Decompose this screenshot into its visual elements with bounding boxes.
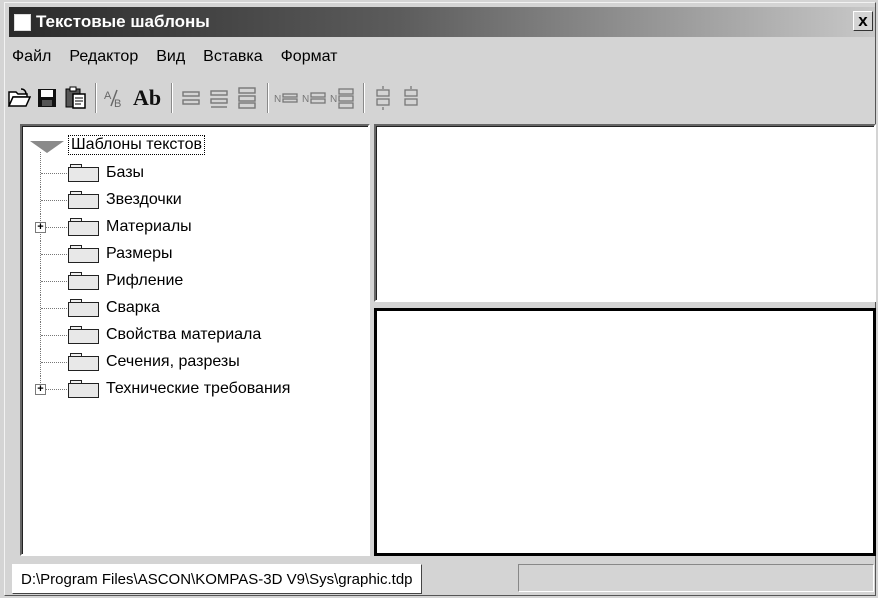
toolbar-separator: [171, 83, 173, 113]
folder-icon: [68, 245, 99, 263]
template-edit-panel[interactable]: [374, 308, 876, 556]
tree-item[interactable]: + Материалы: [22, 214, 362, 241]
window-icon: [14, 13, 31, 31]
menu-file[interactable]: Файл: [4, 48, 60, 66]
tree-root[interactable]: Шаблоны текстов: [30, 134, 205, 156]
template-tree-panel[interactable]: Шаблоны текстов Базы Звездочки + Материалы Р…: [20, 124, 370, 556]
paragraph-icon-1[interactable]: [370, 85, 396, 111]
numbering-1-icon[interactable]: N: [274, 85, 300, 111]
folder-icon: [68, 326, 99, 344]
font-ab-icon[interactable]: Ab: [130, 85, 164, 111]
menu-view[interactable]: Вид: [147, 48, 194, 66]
tree-item-label[interactable]: Технические требования: [106, 379, 290, 399]
menu-insert[interactable]: Вставка: [194, 48, 271, 66]
tree-item-label[interactable]: Базы: [106, 163, 144, 183]
paste-icon[interactable]: [62, 85, 88, 111]
folder-icon-body: [68, 302, 99, 317]
tree-item-label[interactable]: Сварка: [106, 298, 160, 318]
align-center-icon[interactable]: [206, 85, 232, 111]
folder-icon-body: [68, 356, 99, 371]
folder-icon-body: [68, 194, 99, 209]
folder-icon: [68, 272, 99, 290]
menu-format[interactable]: Формат: [272, 48, 347, 66]
folder-icon: [68, 164, 99, 182]
svg-text:N: N: [330, 94, 337, 105]
tree-connector-line: [41, 362, 67, 363]
align-right-icon[interactable]: [234, 85, 260, 111]
tree-connector-line: [41, 200, 67, 201]
paragraph-icon-2[interactable]: [398, 85, 424, 111]
toolbar-separator: [363, 83, 365, 113]
tree-connector-line: [41, 254, 67, 255]
align-left-icon[interactable]: [178, 85, 204, 111]
tree-item-label[interactable]: Сечения, разрезы: [106, 352, 240, 372]
svg-text:N: N: [274, 94, 281, 105]
tree-item-label[interactable]: Свойства материала: [106, 325, 261, 345]
folder-icon: [68, 218, 99, 236]
folder-icon-body: [68, 167, 99, 182]
tree-item-label[interactable]: Рифление: [106, 271, 183, 291]
folder-icon-body: [68, 248, 99, 263]
window-title: Текстовые шаблоны: [36, 12, 210, 31]
tree-connector-line: [41, 173, 67, 174]
toolbar-separator: [95, 83, 97, 113]
svg-text:A: A: [104, 90, 112, 102]
menu-bar: Файл Редактор Вид Вставка Формат: [4, 44, 346, 70]
tree-root-label[interactable]: Шаблоны текстов: [68, 135, 205, 155]
svg-text:N: N: [302, 94, 309, 105]
tree-item[interactable]: Свойства материала: [22, 322, 362, 349]
tree-item-label[interactable]: Звездочки: [106, 190, 182, 210]
folder-icon: [68, 380, 99, 398]
folder-icon: [68, 191, 99, 209]
tree-item[interactable]: Базы: [22, 152, 362, 187]
tree-connector-line: [40, 152, 41, 187]
folder-icon-body: [68, 329, 99, 344]
folder-icon-body: [68, 275, 99, 290]
tree-expand-button[interactable]: +: [35, 222, 46, 233]
numbering-2-icon[interactable]: N: [302, 85, 328, 111]
tree-item[interactable]: Сварка: [22, 295, 362, 322]
title-bar[interactable]: Текстовые шаблоны x: [9, 7, 875, 37]
status-bar: D:\Program Files\ASCON\KOMPAS-3D V9\Sys\…: [12, 564, 876, 594]
status-file-path: D:\Program Files\ASCON\KOMPAS-3D V9\Sys\…: [12, 564, 422, 594]
tree-item-label[interactable]: Материалы: [106, 217, 192, 237]
folder-icon: [68, 353, 99, 371]
tree-expand-button[interactable]: +: [35, 384, 46, 395]
tree-connector-line: [41, 308, 67, 309]
tree-connector-line: [41, 335, 67, 336]
folder-icon: [68, 299, 99, 317]
close-button[interactable]: x: [853, 11, 873, 31]
tree-item[interactable]: Звездочки: [22, 187, 362, 214]
tree-item[interactable]: + Технические требования: [22, 376, 362, 402]
save-icon[interactable]: [34, 85, 60, 111]
template-preview-panel[interactable]: [374, 124, 876, 302]
menu-editor[interactable]: Редактор: [60, 48, 147, 66]
tree-item[interactable]: Размеры: [22, 241, 362, 268]
tree-item[interactable]: Рифление: [22, 268, 362, 295]
open-folder-icon[interactable]: [6, 85, 32, 111]
svg-text:B: B: [114, 98, 121, 109]
spell-check-icon[interactable]: AB: [102, 85, 128, 111]
toolbar-separator: [267, 83, 269, 113]
folder-icon-body: [68, 383, 99, 398]
tree-root-icon: [30, 141, 64, 153]
status-empty-panel: [518, 564, 874, 592]
tree-item-label[interactable]: Размеры: [106, 244, 173, 264]
numbering-3-icon[interactable]: N: [330, 85, 356, 111]
tree-item[interactable]: Сечения, разрезы: [22, 349, 362, 376]
toolbar: AB Ab N N N: [6, 80, 426, 116]
tree-connector-line: [41, 281, 67, 282]
folder-icon-body: [68, 221, 99, 236]
